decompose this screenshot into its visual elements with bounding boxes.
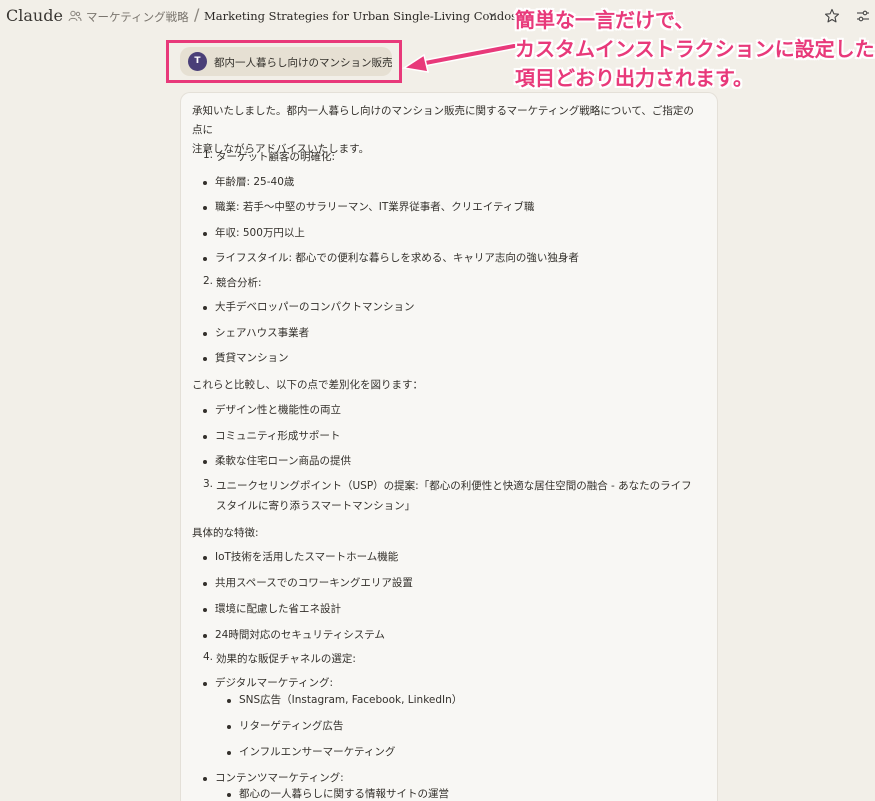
app-logo[interactable]: Claude [6,6,63,25]
list-item: シェアハウス事業者 [215,327,310,339]
bullet-dot [203,634,207,638]
sub-list-item: インフルエンサーマーケティング [239,746,396,758]
sub-list-item: リターゲティング広告 [239,720,344,732]
bullet-dot [203,306,207,310]
breadcrumb-separator: / [194,5,200,24]
list-item: 共用スペースでのコワーキングエリア設置 [215,577,413,589]
bullet-dot [203,357,207,361]
bullet-dot [203,460,207,464]
list-item: 賃貸マンション [215,352,289,364]
intro-line: 承知いたしました。都内一人暮らし向けのマンション販売に関するマーケティング戦略に… [192,105,694,136]
sub-list-item: SNS広告（Instagram, Facebook, LinkedIn） [239,694,463,706]
bullet-dot [203,682,207,686]
bullet-dot [203,608,207,612]
bullet-dot [203,582,207,586]
list-item: IoT技術を活用したスマートホーム機能 [215,551,399,563]
user-message-text: 都内一人暮らし向けのマンション販売 [214,57,393,69]
bullet-dot [203,181,207,185]
bullet-dot [203,435,207,439]
project-people-icon [68,10,82,22]
bullet-dot [203,232,207,236]
bullet-dot [203,257,207,261]
bullet-dot [203,556,207,560]
usp-line: ユニークセリングポイント（USP）の提案:「都心の利便性と快適な居住空間の融合 … [216,480,692,492]
bullet-dot [227,793,231,797]
list-item: 職業: 若手～中堅のサラリーマン、IT業界従事者、クリエイティブ職 [215,201,535,213]
section-heading: ターゲット顧客の明確化: [216,151,336,163]
section-number: 1. [203,149,214,161]
annotation-line: 項目どおり出力されます。 [515,66,753,90]
list-item: コンテンツマーケティング: [215,772,344,784]
bullet-dot [227,699,231,703]
section-heading: 効果的な販促チャネルの選定: [216,653,356,665]
list-item: 24時間対応のセキュリティシステム [215,629,385,641]
annotation-line: カスタムインストラクションに設定した [515,37,875,61]
chevron-down-icon[interactable] [488,10,497,19]
list-item: デザイン性と機能性の両立 [215,404,341,416]
list-item: 環境に配慮した省エネ設計 [215,603,341,615]
bullet-dot [227,725,231,729]
list-item: 年齢層: 25-40歳 [215,176,295,188]
list-item: 年収: 500万円以上 [215,227,305,239]
annotation-callout: 簡単な一言だけで、 カスタムインストラクションに設定した 項目どおり出力されます… [515,6,875,93]
list-item: 柔軟な住宅ローン商品の提供 [215,455,351,467]
list-item: 大手デベロッパーのコンパクトマンション [215,301,415,313]
bullet-dot [203,777,207,781]
features-label: 具体的な特徴: [192,527,259,539]
section-number: 3. [203,478,214,490]
section-number: 2. [203,275,214,287]
bullet-dot [203,332,207,336]
bullet-dot [203,409,207,413]
annotation-line: 簡単な一言だけで、 [515,8,695,32]
sub-list-item: 都心の一人暮らしに関する情報サイトの運営 [239,788,449,800]
project-link[interactable]: マーケティング戦略 [86,9,189,25]
conversation-title[interactable]: Marketing Strategies for Urban Single-Li… [204,9,517,23]
assistant-response: 承知いたしました。都内一人暮らし向けのマンション販売に関するマーケティング戦略に… [180,92,718,801]
list-item: コミュニティ形成サポート [215,430,341,442]
user-avatar: T [188,52,207,71]
usp-line: スタイルに寄り添うスマートマンション」 [216,500,416,512]
compare-paragraph: これらと比較し、以下の点で差別化を図ります： [192,379,423,391]
section-heading: 競合分析: [216,277,262,289]
user-message: T 都内一人暮らし向けのマンション販売 [180,47,393,76]
annotation-arrow-icon [401,42,518,73]
list-item: ライフスタイル: 都心での便利な暮らしを求める、キャリア志向の強い独身者 [215,252,579,264]
section-number: 4. [203,651,214,663]
bullet-dot [227,751,231,755]
list-item: デジタルマーケティング: [215,677,333,689]
bullet-dot [203,206,207,210]
